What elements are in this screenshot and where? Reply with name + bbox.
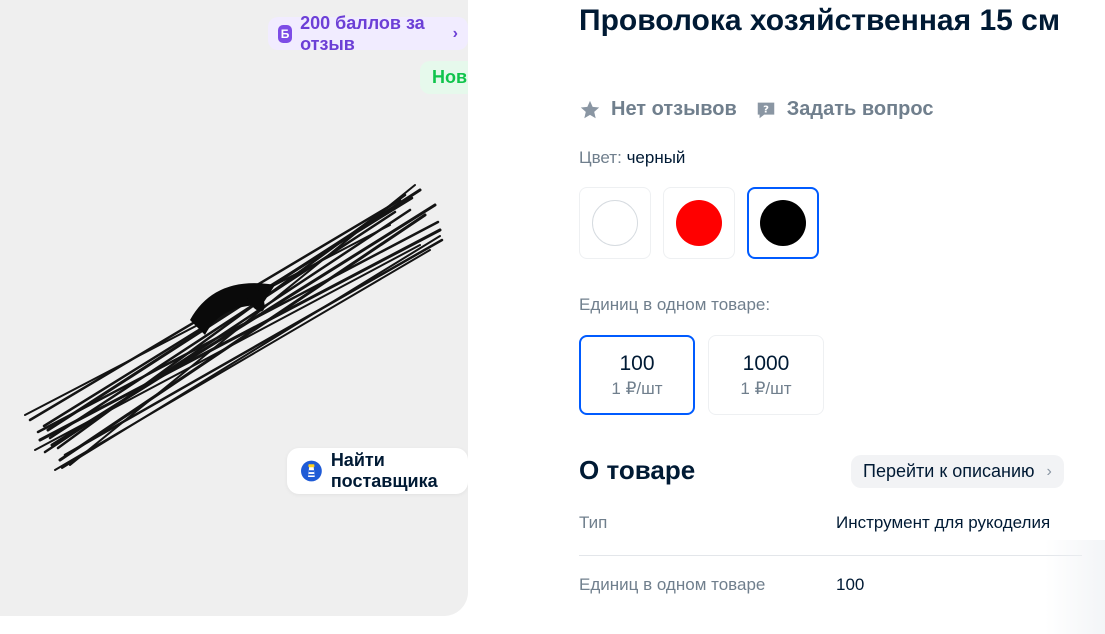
color-label: Цвет: черный — [579, 148, 685, 168]
find-supplier-label: Найти поставщика — [330, 450, 438, 491]
goto-description-button[interactable]: Перейти к описанию › — [851, 455, 1064, 488]
spec-row: Единиц в одном товаре 100 — [579, 575, 1082, 595]
spec-value: Инструмент для рукоделия — [836, 513, 1051, 532]
star-icon — [580, 100, 600, 118]
spec-row: Тип Инструмент для рукоделия — [579, 513, 1082, 556]
product-gallery[interactable]: Б 200 баллов за отзыв › Новинка Найти по… — [0, 0, 468, 616]
color-swatch-red[interactable] — [663, 187, 735, 259]
bonus-b-icon: Б — [278, 24, 293, 43]
chevron-right-icon: › — [452, 24, 458, 42]
white-dot — [592, 200, 638, 246]
color-label-prefix: Цвет: — [579, 148, 622, 167]
chat-question-icon: ? — [757, 102, 774, 118]
product-title: Проволока хозяйственная 15 см — [579, 4, 1061, 37]
unit-qty: 100 — [619, 351, 655, 375]
product-image[interactable] — [0, 0, 468, 616]
spec-value: 100 — [836, 575, 865, 594]
color-swatch-black[interactable] — [747, 187, 819, 259]
chevron-right-icon: › — [1046, 462, 1052, 480]
goto-description-label: Перейти к описанию — [863, 461, 1035, 481]
unit-price: 1 ₽/шт — [740, 378, 792, 398]
color-swatches — [579, 187, 819, 259]
color-value: черный — [626, 148, 686, 167]
unit-option-100[interactable]: 100 1 ₽/шт — [579, 335, 695, 415]
spec-key: Единиц в одном товаре — [579, 575, 766, 594]
unit-option-1000[interactable]: 1000 1 ₽/шт — [708, 335, 824, 415]
unit-price: 1 ₽/шт — [611, 378, 663, 398]
product-meta: Нет отзывов ? Задать вопрос — [579, 98, 933, 121]
unit-options: 100 1 ₽/шт 1000 1 ₽/шт — [579, 335, 824, 415]
red-dot — [676, 200, 722, 246]
about-title: О товаре — [579, 455, 696, 485]
ask-question-label: Задать вопрос — [786, 98, 934, 120]
edge-shade — [1045, 540, 1105, 634]
reviews-link[interactable]: Нет отзывов — [579, 98, 737, 121]
svg-text:?: ? — [763, 104, 769, 115]
find-supplier-button[interactable]: Найти поставщика — [287, 448, 468, 494]
bonus-badge[interactable]: Б 200 баллов за отзыв › — [268, 13, 468, 54]
bonus-badge-label: 200 баллов за отзыв — [300, 12, 425, 54]
ask-question-link[interactable]: ? Задать вопрос — [755, 98, 934, 121]
color-swatch-white[interactable] — [579, 187, 651, 259]
units-label: Единиц в одном товаре: — [579, 295, 771, 314]
spec-key: Тип — [579, 513, 608, 532]
unit-qty: 1000 — [742, 351, 790, 375]
lighthouse-icon — [301, 460, 322, 482]
reviews-label: Нет отзывов — [611, 98, 737, 120]
new-badge: Новинка — [420, 61, 468, 94]
black-dot — [760, 200, 806, 246]
